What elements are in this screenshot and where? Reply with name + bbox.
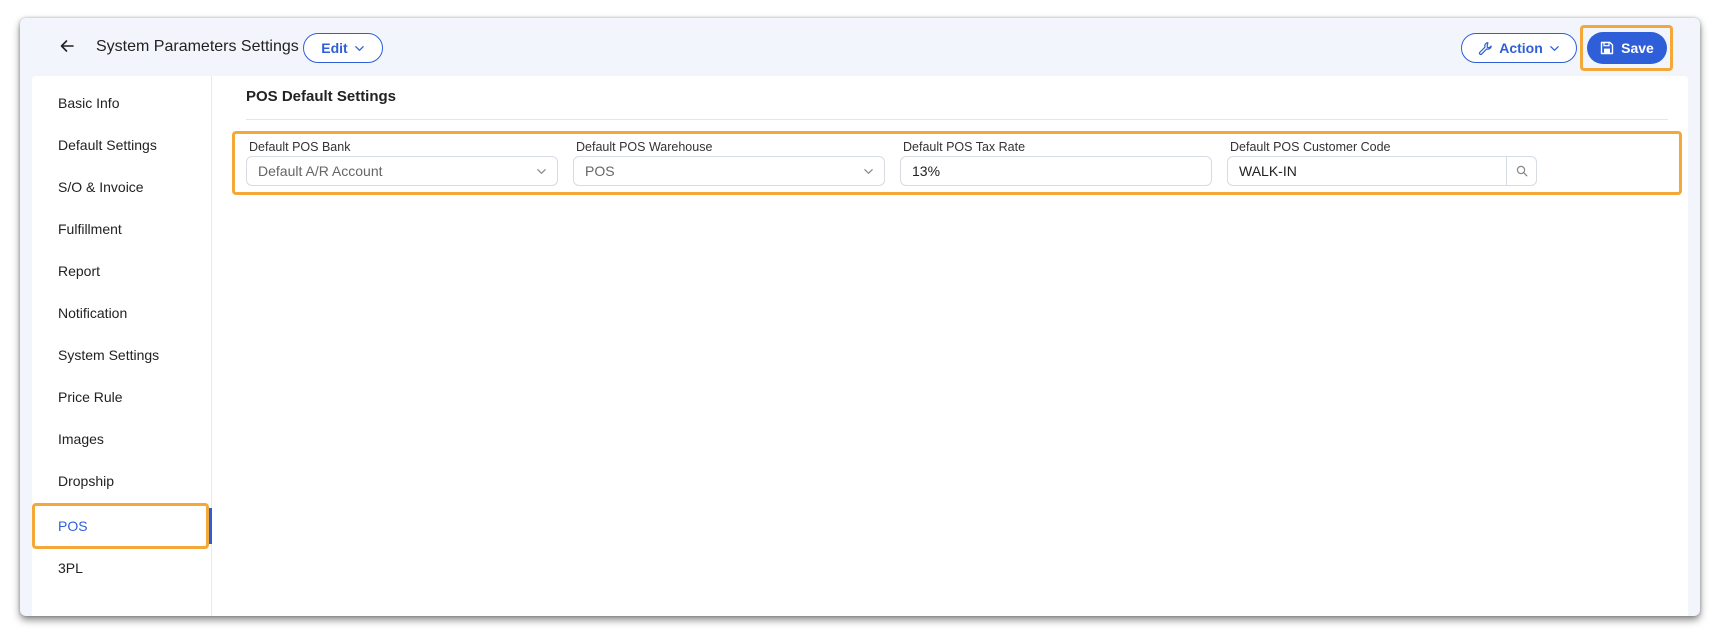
wrench-icon — [1479, 41, 1493, 55]
sidebar-item-report[interactable]: Report — [32, 250, 212, 292]
default-pos-customer-code-value: WALK-IN — [1239, 163, 1297, 179]
section-divider — [246, 119, 1668, 120]
sidebar-item-images[interactable]: Images — [32, 418, 212, 460]
sidebar-item-price-rule[interactable]: Price Rule — [32, 376, 212, 418]
back-button[interactable] — [56, 35, 78, 57]
default-pos-warehouse-label: Default POS Warehouse — [576, 140, 713, 154]
sidebar-item-fulfillment[interactable]: Fulfillment — [32, 208, 212, 250]
sidebar-item-so-invoice[interactable]: S/O & Invoice — [32, 166, 212, 208]
action-button[interactable]: Action — [1461, 33, 1577, 63]
save-icon — [1600, 41, 1614, 55]
default-pos-tax-rate-input[interactable]: 13% — [900, 156, 1212, 186]
save-button[interactable]: Save — [1587, 32, 1667, 64]
chevron-down-icon — [1549, 45, 1559, 51]
default-pos-bank-select[interactable]: Default A/R Account — [246, 156, 558, 186]
pos-highlight-frame — [32, 503, 209, 549]
default-pos-warehouse-select[interactable]: POS — [573, 156, 885, 186]
section-title: POS Default Settings — [246, 88, 397, 105]
chevron-down-icon — [537, 168, 546, 174]
sidebar-item-notification[interactable]: Notification — [32, 292, 212, 334]
page-title: System Parameters Settings — [96, 38, 299, 55]
sidebar-item-basic-info[interactable]: Basic Info — [32, 82, 212, 124]
edit-button[interactable]: Edit — [303, 33, 383, 63]
default-pos-tax-rate-value: 13% — [912, 163, 941, 179]
default-pos-warehouse-value: POS — [585, 163, 615, 179]
sidebar: Basic Info Default Settings S/O & Invoic… — [32, 76, 212, 616]
sidebar-item-default-settings[interactable]: Default Settings — [32, 124, 212, 166]
active-indicator — [209, 508, 212, 544]
default-pos-bank-label: Default POS Bank — [249, 140, 351, 154]
sidebar-item-dropship[interactable]: Dropship — [32, 460, 212, 502]
action-button-label: Action — [1499, 40, 1543, 56]
edit-button-label: Edit — [321, 40, 348, 56]
default-pos-tax-rate-label: Default POS Tax Rate — [903, 140, 1026, 154]
chevron-down-icon — [354, 45, 364, 51]
default-pos-bank-value: Default A/R Account — [258, 163, 383, 179]
sidebar-item-3pl[interactable]: 3PL — [32, 547, 212, 589]
sidebar-item-system-settings[interactable]: System Settings — [32, 334, 212, 376]
search-icon — [1516, 165, 1527, 177]
customer-search-button[interactable] — [1506, 157, 1536, 185]
page-header: System Parameters Settings Edit Action S… — [20, 18, 1700, 76]
chevron-down-icon — [864, 168, 873, 174]
default-pos-customer-code-label: Default POS Customer Code — [1230, 140, 1391, 154]
save-button-label: Save — [1621, 40, 1654, 56]
arrow-left-icon — [60, 40, 74, 52]
main-content: Basic Info Default Settings S/O & Invoic… — [32, 76, 1688, 616]
default-pos-customer-code-input[interactable]: WALK-IN — [1227, 156, 1537, 186]
app-window: System Parameters Settings Edit Action S… — [20, 18, 1700, 616]
